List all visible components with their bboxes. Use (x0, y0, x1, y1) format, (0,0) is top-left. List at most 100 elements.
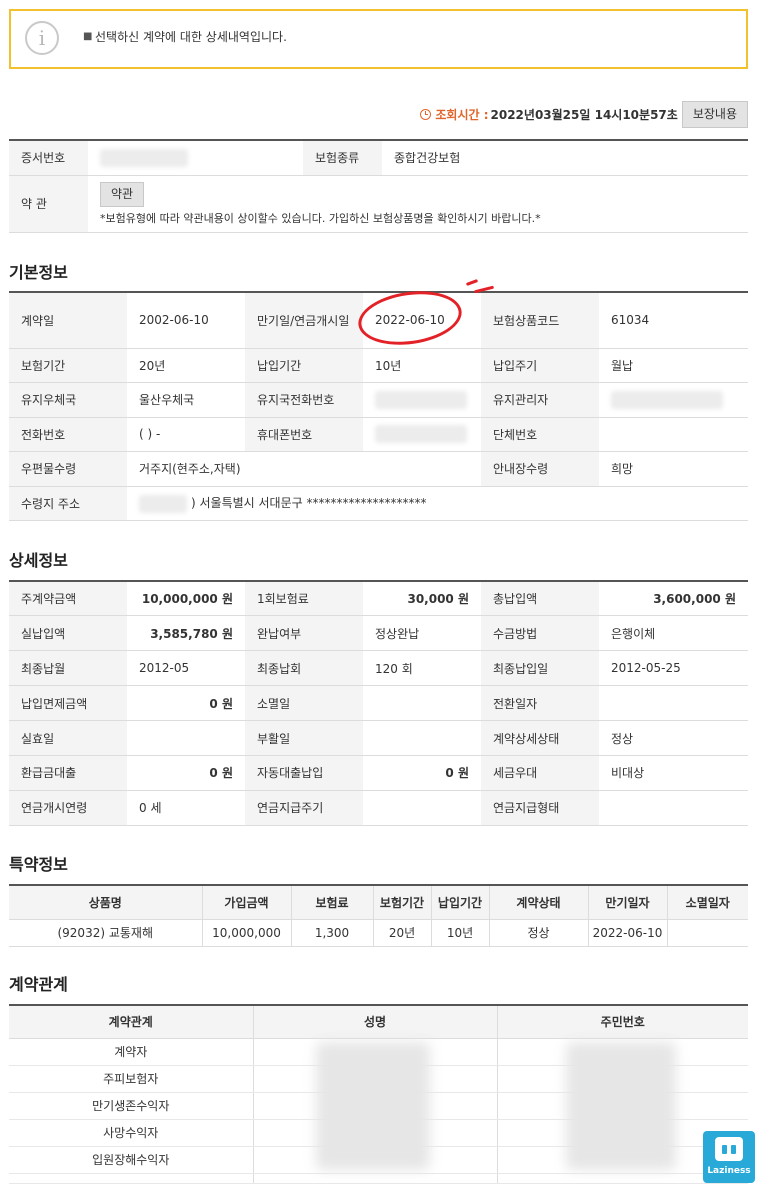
detail-label: 실납입액 (9, 615, 127, 652)
basic-info-title: 기본정보 (9, 263, 68, 282)
detail-label: 환급금대출 (9, 755, 127, 791)
relation-header: 계약관계 (9, 1005, 254, 1039)
rider-header: 보험료 (291, 885, 374, 920)
terms-cell: 약관 *보험유형에 따라 약관내용이 상이할수 있습니다. 가입하신 보험상품명… (88, 175, 748, 233)
detail-value (363, 685, 481, 722)
post-office-value: 울산우체국 (127, 382, 245, 418)
detail-row: 실효일 부활일 계약상세상태 정상 (9, 720, 748, 756)
basic-row: 보험기간 20년 납입기간 10년 납입주기 월납 (9, 348, 748, 383)
detail-row: 연금개시연령 0 세 연금지급주기 연금지급형태 (9, 790, 748, 826)
relation-type: 사망수익자 (9, 1119, 254, 1147)
mail-receipt-value: 거주지(현주소,자택) (127, 451, 481, 487)
group-no-label: 단체번호 (481, 417, 599, 452)
detail-row: 최종납월 2012-05 최종납회 120 회 최종납입일 2012-05-25 (9, 650, 748, 687)
detail-row: 주계약금액 10,000,000 원 1회보험료 30,000 원 총납입액 3,600,… (9, 581, 748, 617)
coverage-button[interactable]: 보장내용 (681, 101, 748, 128)
rider-header: 계약상태 (489, 885, 589, 920)
rider-cell: 정상 (489, 919, 589, 947)
table-row (9, 1173, 748, 1184)
insurance-period-label: 보험기간 (9, 348, 127, 383)
cert-no-label: 증서번호 (9, 140, 88, 176)
payment-cycle-label: 납입주기 (481, 348, 599, 383)
detail-label: 최종납회 (245, 650, 363, 687)
table-row: (92032) 교통재해 10,000,000 1,300 20년 10년 정상 2022-… (9, 919, 748, 947)
relation-header: 주민번호 (497, 1005, 748, 1039)
laziness-logo: Laziness (703, 1131, 755, 1183)
detail-label: 연금개시연령 (9, 790, 127, 826)
name-redaction (316, 1042, 430, 1170)
detail-label: 납입면제금액 (9, 685, 127, 722)
insurance-type-label: 보험종류 (303, 140, 382, 176)
detail-row: 실납입액 3,585,780 원 완납여부 정상완납 수금방법 은행이체 (9, 615, 748, 652)
rider-cell: 20년 (373, 919, 432, 947)
query-time-bar: 조회시간 : 2022년03월25일 14시10분57초 보장내용 (420, 101, 748, 128)
basic-row: 유지우체국 울산우체국 유지국전화번호 유지관리자 (9, 382, 748, 418)
mobile-label: 휴대폰번호 (245, 417, 363, 452)
rider-info-table: 상품명 가입금액 보험료 보험기간 납입기간 계약상태 만기일자 소멸일자 (92032) 교… (9, 884, 748, 947)
product-code-label: 보험상품코드 (481, 292, 599, 349)
rider-cell: (92032) 교통재해 (9, 919, 203, 947)
notice-message: 선택하신 계약에 대한 상세내역입니다. (95, 30, 287, 44)
manager-label: 유지관리자 (481, 382, 599, 418)
detail-value: 3,585,780 원 (127, 615, 245, 652)
detail-value: 120 회 (363, 650, 481, 687)
query-time-value: 2022년03월25일 14시10분57초 (490, 108, 678, 122)
address-cell: ) 서울특별시 서대문구 ******************** (127, 486, 748, 521)
payment-period-value: 10년 (363, 348, 481, 383)
detail-label: 완납여부 (245, 615, 363, 652)
detail-value: 비대상 (599, 755, 748, 791)
relation-header: 성명 (253, 1005, 498, 1039)
query-time-label: 조회시간 : (435, 108, 489, 122)
contract-date-value: 2002-06-10 (127, 292, 245, 349)
detail-value: 2012-05-25 (599, 650, 748, 687)
rider-header: 상품명 (9, 885, 203, 920)
info-icon: i (25, 21, 59, 55)
detail-value: 0 원 (127, 755, 245, 791)
detail-label: 계약상세상태 (481, 720, 599, 756)
detail-label: 소멸일 (245, 685, 363, 722)
detail-value: 0 세 (127, 790, 245, 826)
detail-value: 은행이체 (599, 615, 748, 652)
relation-title: 계약관계 (9, 975, 68, 994)
terms-button[interactable]: 약관 (100, 181, 145, 207)
relation-type: 계약자 (9, 1038, 254, 1066)
relation-empty-cell (253, 1173, 498, 1184)
logo-text: Laziness (707, 1166, 751, 1176)
detail-value (363, 790, 481, 826)
payment-period-label: 납입기간 (245, 348, 363, 383)
detail-row: 납입면제금액 0 원 소멸일 전환일자 (9, 685, 748, 722)
detail-value: 3,600,000 원 (599, 581, 748, 617)
policy-header-table: 증서번호 보험종류 종합건강보험 약 관 약관 *보험유형에 따라 약관내용이 … (9, 139, 748, 233)
detail-value: 0 원 (363, 755, 481, 791)
detail-value (127, 720, 245, 756)
product-code-value: 61034 (599, 292, 748, 349)
rider-header: 소멸일자 (667, 885, 748, 920)
relation-type: 주피보험자 (9, 1065, 254, 1093)
terms-note: *보험유형에 따라 약관내용이 상이할수 있습니다. 가입하신 보험상품명을 확… (100, 211, 541, 225)
notice-box: i ■ 선택하신 계약에 대한 상세내역입니다. (9, 9, 748, 69)
rider-header: 가입금액 (202, 885, 292, 920)
detail-label: 연금지급주기 (245, 790, 363, 826)
detail-value: 30,000 원 (363, 581, 481, 617)
mobile-value (363, 417, 481, 452)
detail-label: 주계약금액 (9, 581, 127, 617)
detail-label: 세금우대 (481, 755, 599, 791)
address-label: 수령지 주소 (9, 486, 127, 521)
detail-info-table: 주계약금액 10,000,000 원 1회보험료 30,000 원 총납입액 3,600,… (9, 580, 748, 826)
rider-header: 보험기간 (373, 885, 432, 920)
address-value: ) 서울특별시 서대문구 ******************** (191, 496, 427, 510)
bullet: ■ (83, 31, 93, 42)
detail-value: 2012-05 (127, 650, 245, 687)
detail-label: 최종납입일 (481, 650, 599, 687)
rider-header: 만기일자 (588, 885, 668, 920)
detail-value: 정상 (599, 720, 748, 756)
relation-type: 입원장해수익자 (9, 1146, 254, 1174)
maturity-date-label: 만기일/연금개시일 (245, 292, 363, 349)
logo-face-icon (715, 1137, 743, 1161)
notice-receipt-label: 안내장수령 (481, 451, 599, 487)
payment-cycle-value: 월납 (599, 348, 748, 383)
detail-label: 연금지급형태 (481, 790, 599, 826)
detail-row: 환급금대출 0 원 자동대출납입 0 원 세금우대 비대상 (9, 755, 748, 791)
detail-value: 10,000,000 원 (127, 581, 245, 617)
office-phone-label: 유지국전화번호 (245, 382, 363, 418)
